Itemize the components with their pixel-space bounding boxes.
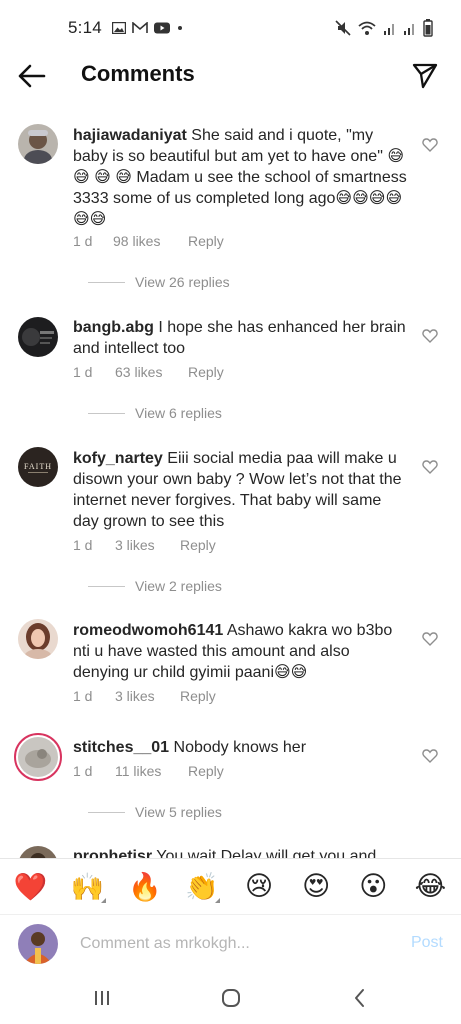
status-system-icons — [335, 19, 433, 37]
reply-button[interactable]: Reply — [188, 763, 224, 779]
emoji-fire[interactable]: 🔥 — [123, 871, 167, 903]
comment-username[interactable]: hajiawadaniyat — [73, 127, 187, 144]
comment-time: 1 d — [73, 537, 93, 553]
comment-time: 1 d — [73, 233, 93, 249]
avatar[interactable] — [14, 733, 62, 781]
mute-icon — [335, 20, 351, 36]
comment-text: hajiawadaniyat She said and i quote, "my… — [73, 125, 407, 230]
view-replies-label: View 26 replies — [135, 274, 230, 290]
heart-icon[interactable] — [422, 631, 438, 647]
emoji-reaction-bar: ❤️ 🙌 🔥 👏 😢 😍 😮 😂 — [0, 858, 461, 914]
comment-input[interactable] — [80, 930, 380, 958]
view-replies-button[interactable]: View 5 replies — [73, 804, 222, 820]
wifi-icon — [358, 21, 376, 35]
emoji-raised-hands-glyph: 🙌 — [70, 871, 105, 903]
divider — [88, 281, 125, 283]
view-replies-button[interactable]: View 6 replies — [73, 405, 222, 421]
comment-likes[interactable]: 3 likes — [115, 537, 180, 553]
reply-button[interactable]: Reply — [180, 688, 216, 704]
back-button[interactable] — [16, 62, 46, 90]
back-icon[interactable] — [348, 986, 372, 1010]
comment-username[interactable]: bangb.abg — [73, 319, 154, 336]
youtube-icon — [153, 22, 170, 34]
post-button[interactable]: Post — [411, 934, 443, 952]
emoji-raised-hands[interactable]: 🙌 — [66, 871, 110, 903]
dot-icon — [177, 26, 182, 30]
view-replies-button[interactable]: View 26 replies — [73, 274, 230, 290]
view-replies-label: View 2 replies — [135, 578, 222, 594]
reply-button[interactable]: Reply — [188, 233, 224, 249]
share-button[interactable] — [411, 61, 439, 89]
comment-content: You wait Delay will get you and — [156, 848, 377, 858]
emoji-clapping[interactable]: 👏 — [180, 871, 224, 903]
comment-time: 1 d — [73, 763, 93, 779]
skin-tone-indicator — [100, 897, 106, 903]
heart-icon[interactable] — [422, 459, 438, 475]
comment-likes[interactable]: 11 likes — [115, 763, 188, 779]
comment-time: 1 d — [73, 364, 93, 380]
view-replies-button[interactable]: View 2 replies — [73, 578, 222, 594]
comment-content: Nobody knows her — [173, 739, 307, 756]
avatar[interactable] — [18, 317, 58, 357]
system-nav-bar — [0, 972, 461, 1024]
comment-username[interactable]: prophetisr — [73, 848, 152, 858]
battery-icon — [423, 19, 433, 37]
avatar[interactable] — [18, 124, 58, 164]
reply-button[interactable]: Reply — [188, 364, 224, 380]
comment-username[interactable]: stitches__01 — [73, 739, 169, 756]
status-bar: 5:14 — [0, 0, 461, 56]
send-icon — [412, 63, 438, 89]
view-replies-label: View 5 replies — [135, 804, 222, 820]
emoji-laughing[interactable]: 😂 — [408, 871, 452, 902]
divider — [88, 811, 125, 813]
divider — [88, 412, 125, 414]
heart-icon[interactable] — [422, 748, 438, 764]
comment-username[interactable]: romeodwomoh6141 — [73, 622, 223, 639]
comment-likes[interactable]: 98 likes — [113, 233, 188, 249]
comment-meta: 1 d 3 likes Reply — [73, 688, 216, 704]
avatar[interactable] — [18, 619, 58, 659]
gmail-icon — [132, 22, 148, 33]
header: Comments — [0, 56, 461, 96]
emoji-heart[interactable]: ❤️ — [9, 871, 53, 903]
reply-button[interactable]: Reply — [180, 537, 216, 553]
comment-meta: 1 d 11 likes Reply — [73, 763, 224, 779]
svg-text:FAITH: FAITH — [24, 462, 52, 471]
comment-likes[interactable]: 63 likes — [115, 364, 188, 380]
signal-icon — [384, 24, 394, 35]
avatar[interactable]: FAITH — [18, 447, 58, 487]
comment-meta: 1 d 63 likes Reply — [73, 364, 224, 380]
emoji-clapping-glyph: 👏 — [185, 871, 219, 903]
heart-icon[interactable] — [422, 137, 438, 153]
emoji-surprised[interactable]: 😮 — [351, 871, 395, 902]
comment-meta: 1 d 98 likes Reply — [73, 233, 224, 249]
page-title: Comments — [81, 61, 195, 86]
comment-text: stitches__01 Nobody knows her — [73, 737, 407, 758]
divider — [88, 585, 125, 587]
comment-text: prophetisr You wait Delay will get you a… — [73, 846, 407, 858]
comment-meta: 1 d 3 likes Reply — [73, 537, 216, 553]
status-time: 5:14 — [68, 18, 102, 37]
comment-likes[interactable]: 3 likes — [115, 688, 180, 704]
status-notification-icons — [111, 22, 184, 34]
emoji-crying[interactable]: 😢 — [237, 871, 281, 902]
arrow-left-icon — [18, 64, 46, 88]
view-replies-label: View 6 replies — [135, 405, 222, 421]
skin-tone-indicator — [214, 897, 220, 903]
home-icon[interactable] — [219, 986, 243, 1010]
emoji-heart-eyes[interactable]: 😍 — [294, 871, 338, 902]
comment-time: 1 d — [73, 688, 93, 704]
comment-text: bangb.abg I hope she has enhanced her br… — [73, 317, 407, 359]
signal-icon — [404, 24, 414, 35]
user-avatar — [18, 924, 58, 964]
comments-list[interactable]: hajiawadaniyat She said and i quote, "my… — [0, 116, 461, 858]
comment-text: romeodwomoh6141 Ashawo kakra wo b3bo nti… — [73, 620, 407, 683]
avatar[interactable] — [18, 846, 58, 858]
heart-icon[interactable] — [422, 328, 438, 344]
comment-text: kofy_nartey Eiii social media paa will m… — [73, 448, 407, 532]
comment-composer: Post — [0, 914, 461, 972]
comment-username[interactable]: kofy_nartey — [73, 450, 163, 467]
recent-apps-icon[interactable] — [90, 986, 114, 1010]
gallery-icon — [111, 22, 126, 34]
